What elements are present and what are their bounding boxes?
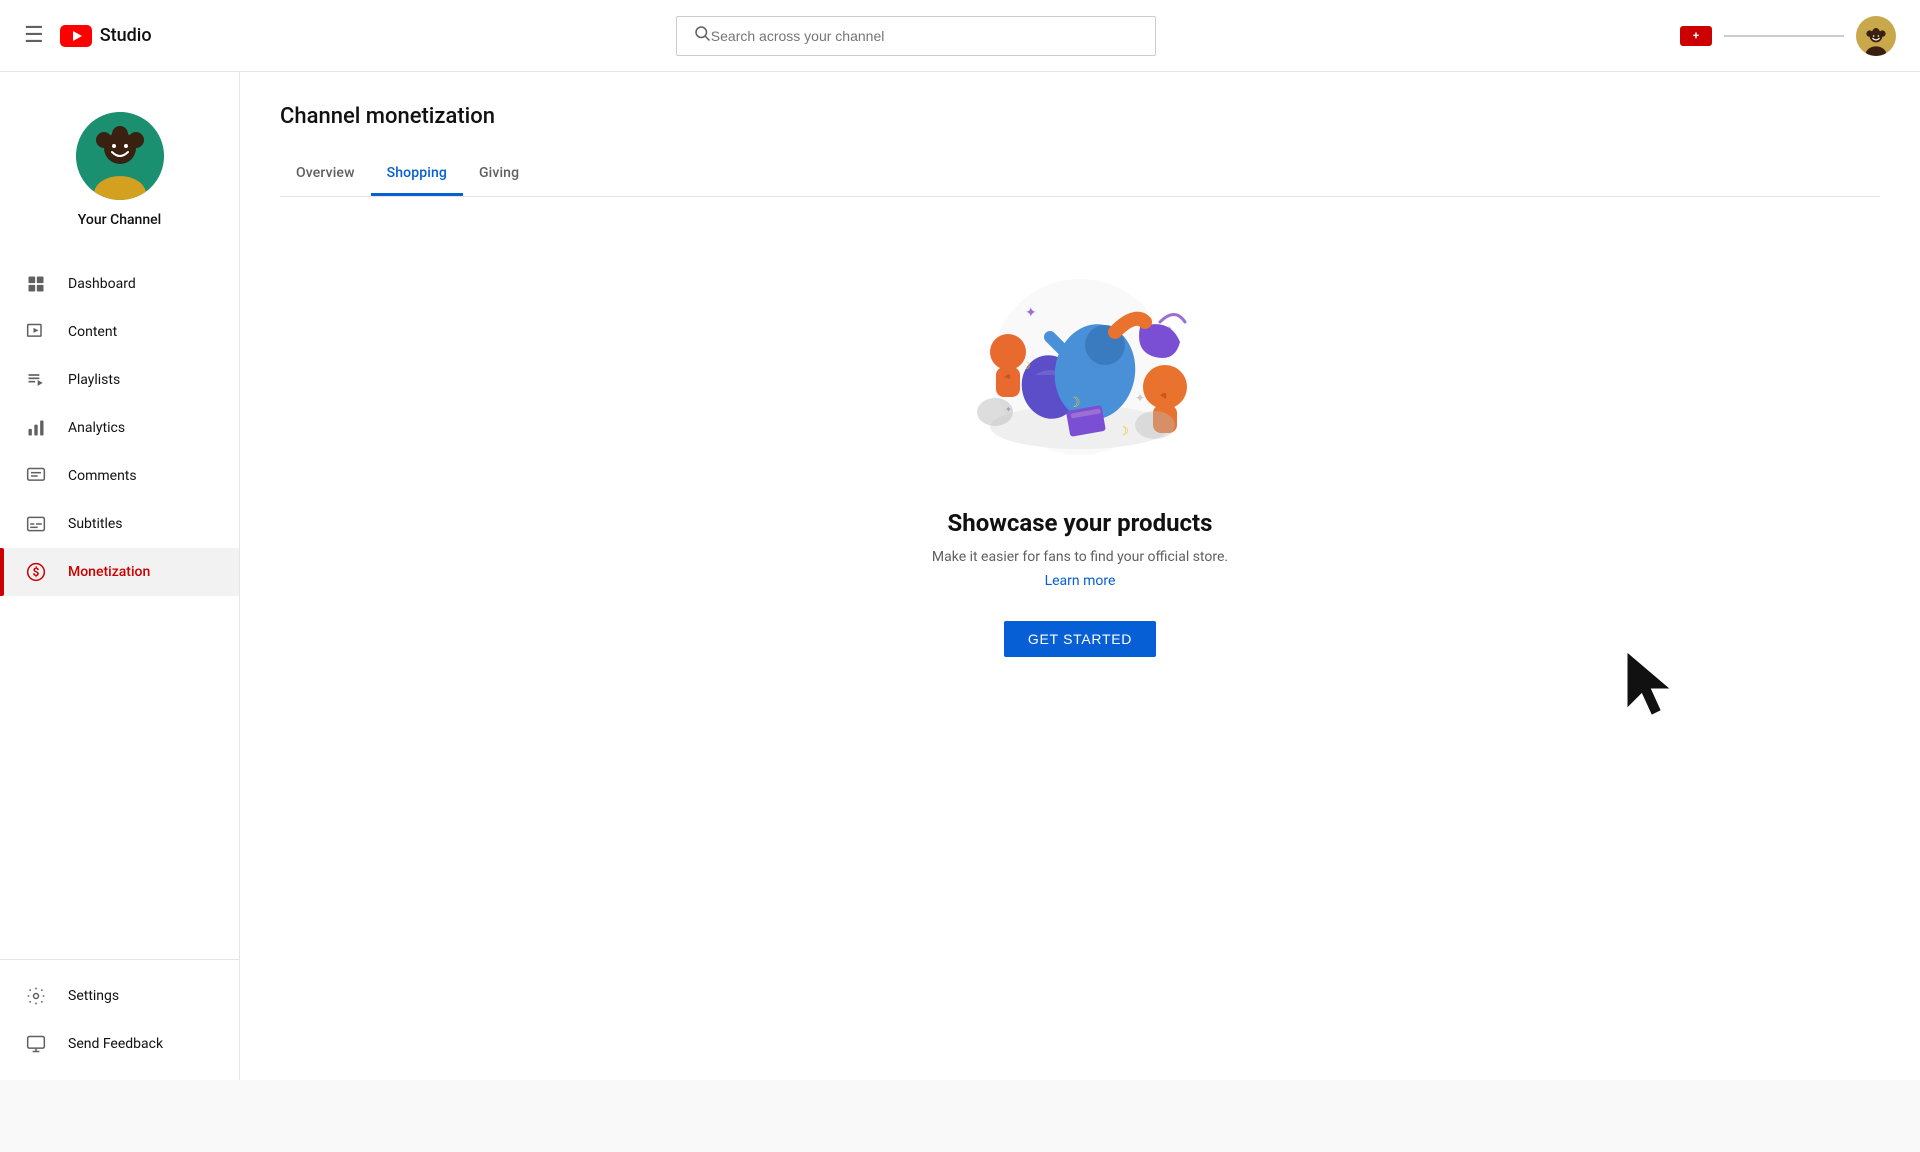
sidebar-label-settings: Settings <box>68 988 119 1004</box>
shopping-content: ✦ ✦ ✦ ✦ <box>280 197 1880 697</box>
search-icon <box>693 24 711 47</box>
topbar-center <box>152 16 1680 56</box>
topbar-divider <box>1724 35 1844 37</box>
feedback-icon <box>24 1034 48 1054</box>
svg-text:☽: ☽ <box>1118 424 1129 438</box>
cursor-icon <box>1620 650 1680 737</box>
tab-overview[interactable]: Overview <box>280 153 371 196</box>
main-content: Channel monetization Overview Shopping G… <box>240 72 1920 1080</box>
svg-text:☽: ☽ <box>1068 395 1081 411</box>
sidebar-item-analytics[interactable]: Analytics <box>0 404 239 452</box>
layout: Your Channel Dashboard <box>0 72 1920 1080</box>
sidebar-label-playlists: Playlists <box>68 372 120 388</box>
sidebar-item-monetization[interactable]: $ Monetization <box>0 548 239 596</box>
sidebar-item-subtitles[interactable]: Subtitles <box>0 500 239 548</box>
menu-icon[interactable]: ☰ <box>24 23 44 48</box>
get-started-button[interactable]: GET STARTED <box>1004 621 1156 657</box>
monetization-icon: $ <box>24 562 48 582</box>
sidebar-item-content[interactable]: Content <box>0 308 239 356</box>
tab-giving[interactable]: Giving <box>463 153 535 196</box>
shopping-title: Showcase your products <box>947 509 1212 537</box>
svg-text:☽: ☽ <box>1022 361 1031 372</box>
channel-name: Your Channel <box>78 212 161 228</box>
youtube-logo-icon <box>60 25 92 47</box>
shopping-description: Make it easier for fans to find your off… <box>932 549 1228 565</box>
channel-avatar <box>76 112 164 200</box>
sidebar: Your Channel Dashboard <box>0 72 240 1080</box>
search-bar[interactable] <box>676 16 1156 56</box>
svg-text:✦: ✦ <box>1135 391 1145 405</box>
sidebar-label-dashboard: Dashboard <box>68 276 136 292</box>
svg-text:$: $ <box>33 565 40 579</box>
sidebar-label-subtitles: Subtitles <box>68 516 123 532</box>
subtitles-icon <box>24 514 48 534</box>
comments-icon <box>24 466 48 486</box>
sidebar-channel: Your Channel <box>0 96 239 252</box>
analytics-icon <box>24 418 48 438</box>
settings-icon <box>24 986 48 1006</box>
sidebar-label-send-feedback: Send Feedback <box>68 1036 163 1052</box>
playlists-icon <box>24 370 48 390</box>
page-title: Channel monetization <box>280 104 1880 129</box>
sidebar-label-analytics: Analytics <box>68 420 125 436</box>
sidebar-label-content: Content <box>68 324 117 340</box>
youtube-studio-logo[interactable]: Studio <box>60 25 152 47</box>
sidebar-item-playlists[interactable]: Playlists <box>0 356 239 404</box>
user-avatar-top[interactable] <box>1856 16 1896 56</box>
learn-more-link[interactable]: Learn more <box>1045 573 1116 589</box>
sidebar-item-comments[interactable]: Comments <box>0 452 239 500</box>
sidebar-label-comments: Comments <box>68 468 137 484</box>
svg-text:✦: ✦ <box>1025 305 1037 321</box>
search-input[interactable] <box>711 28 1139 44</box>
sidebar-label-monetization: Monetization <box>68 564 150 580</box>
topbar-right: + <box>1680 16 1896 56</box>
sidebar-item-dashboard[interactable]: Dashboard <box>0 260 239 308</box>
sidebar-item-settings[interactable]: Settings <box>0 972 239 1020</box>
content-icon <box>24 322 48 342</box>
dashboard-icon <box>24 274 48 294</box>
topbar-left: ☰ Studio <box>24 23 152 48</box>
shopping-illustration: ✦ ✦ ✦ ✦ <box>920 257 1240 477</box>
flag-badge: + <box>1680 26 1712 46</box>
studio-text: Studio <box>100 25 152 46</box>
sidebar-nav: Dashboard Content <box>0 260 239 959</box>
tabs: Overview Shopping Giving <box>280 153 1880 197</box>
sidebar-bottom: Settings Send Feedback <box>0 959 239 1080</box>
sidebar-item-send-feedback[interactable]: Send Feedback <box>0 1020 239 1068</box>
topbar: ☰ Studio + <box>0 0 1920 72</box>
tab-shopping[interactable]: Shopping <box>371 153 463 196</box>
